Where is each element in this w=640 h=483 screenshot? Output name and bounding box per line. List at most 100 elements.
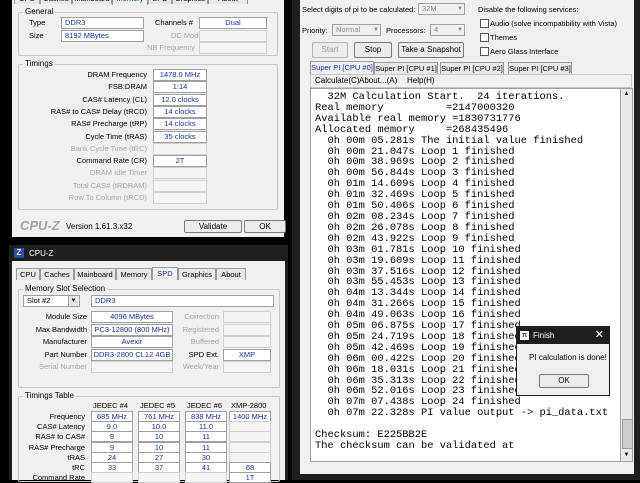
- dc-mode-label: DC Mode: [171, 31, 203, 40]
- cpuz-memory-window: CPUCachesMainboardMemorySPDGraphicsAbout…: [12, 0, 286, 237]
- superpi-menubar: Calculate(C) About...(A) Help(H): [310, 74, 632, 88]
- memory-slot-group: Memory Slot Selection Slot #2 ▼ DDR3 Mod…: [18, 284, 280, 388]
- timing-value: [153, 192, 207, 204]
- channels-value: Dual: [199, 17, 267, 29]
- processors-select-value: 4: [434, 25, 439, 34]
- output-scrollbar[interactable]: ▲ ▼: [620, 88, 633, 462]
- timings-row-label: tRAS: [67, 452, 85, 462]
- spd-right-value: XMP: [223, 348, 271, 361]
- timing-label: CAS# Latency (CL): [82, 94, 147, 104]
- close-icon[interactable]: ✕: [595, 328, 604, 341]
- cpuz-spd-window-frame: Z CPU-Z CPU Caches Mainboard Memory SPD Graph…: [9, 245, 288, 483]
- cpuz-brand: CPU-Z: [20, 218, 60, 233]
- tab-memory[interactable]: Memory: [112, 0, 148, 5]
- tab-memory[interactable]: Memory: [116, 268, 152, 280]
- chevron-down-icon: ▼: [457, 6, 463, 12]
- menu-about[interactable]: About...(A): [359, 76, 397, 85]
- digits-label: Select digits of pi to be calculated:: [302, 5, 416, 14]
- size-label: Size: [29, 31, 44, 40]
- timing-label: Cycle Time (tRAS): [85, 131, 147, 141]
- audio-checkbox-label: Audio (solve incompatibility with Vista): [490, 19, 617, 28]
- tab-caches[interactable]: Caches: [40, 0, 72, 4]
- finish-dialog-titlebar: π Finish ✕: [517, 327, 609, 344]
- timings-row-label: Command Rate: [32, 473, 85, 483]
- superpi-output: 32M Calculation Start. 24 iterations. Re…: [310, 88, 621, 462]
- timings-table-group: Timings Table JEDEC #4 JEDEC #5 JEDEC #6 XM…: [18, 391, 280, 483]
- priority-select[interactable]: Normal ▼: [332, 24, 381, 36]
- timings-header: JEDEC #5: [140, 401, 176, 410]
- validate-button[interactable]: Validate: [184, 220, 242, 233]
- aero-checkbox-label: Aero Glass Interface: [490, 47, 559, 56]
- output-text: 32M Calculation Start. 24 iterations. Re…: [315, 91, 609, 452]
- superpi-tab-cpu0[interactable]: Super PI [CPU #0]: [310, 61, 374, 74]
- spd-right-label: Buffered: [190, 337, 219, 346]
- superpi-tab-cpu2[interactable]: Super PI [CPU #2]: [440, 62, 504, 74]
- tab-cpu[interactable]: CPU: [14, 0, 40, 4]
- tab-spd[interactable]: SPD: [152, 267, 178, 280]
- dc-mode-value: [199, 30, 267, 42]
- aero-checkbox[interactable]: [480, 47, 489, 56]
- timing-label: Total CAS# (tRDRAM): [72, 180, 147, 190]
- audio-checkbox[interactable]: [480, 19, 489, 28]
- timings-row-label: tRC: [72, 463, 85, 472]
- timing-value: 14 clocks: [153, 105, 207, 118]
- cpuz-top-ok-button[interactable]: OK: [244, 220, 286, 233]
- slot-select[interactable]: Slot #2 ▼: [23, 295, 80, 307]
- finish-ok-button[interactable]: OK: [539, 374, 589, 388]
- menu-help[interactable]: Help(H): [407, 76, 435, 85]
- finish-dialog-title: Finish: [533, 331, 555, 340]
- processors-label: Processors:: [386, 26, 426, 35]
- disable-services-label: Disable the following services:: [478, 5, 579, 14]
- spd-value: [91, 361, 173, 373]
- timing-label: RAS# Precharge (tRP): [71, 119, 147, 129]
- processors-select[interactable]: 4 ▼: [430, 24, 465, 36]
- scroll-down-icon[interactable]: ▼: [621, 450, 632, 461]
- priority-label: Priority:: [302, 26, 328, 35]
- themes-checkbox[interactable]: [480, 33, 489, 42]
- tab-graphics[interactable]: Graphics: [178, 268, 216, 280]
- timings-cell: 1T: [229, 472, 271, 483]
- menu-calculate[interactable]: Calculate(C): [315, 76, 359, 85]
- timings-header: JEDEC #4: [93, 401, 129, 410]
- timing-value: 35 clocks: [153, 130, 207, 143]
- timings-row-label: Frequency: [49, 412, 85, 421]
- superpi-window: Select digits of pi to be calculated: 32…: [300, 0, 634, 474]
- timing-value: 1478.0 MHz: [153, 69, 207, 81]
- superpi-tab-cpu1[interactable]: Super PI [CPU #1]: [374, 62, 438, 74]
- finish-app-icon: π: [520, 331, 529, 340]
- tab-about[interactable]: About: [208, 0, 248, 4]
- tab-about[interactable]: About: [216, 268, 246, 280]
- tab-spd[interactable]: SPD: [148, 0, 172, 4]
- tab-mainboard[interactable]: Mainboard: [74, 268, 116, 280]
- snapshot-button[interactable]: Take a Snapshot: [398, 42, 464, 58]
- scroll-thumb[interactable]: [622, 419, 633, 449]
- timings-group-title: Timings: [23, 59, 55, 68]
- start-button[interactable]: Start: [312, 42, 348, 58]
- tab-mainboard[interactable]: Mainboard: [72, 0, 112, 4]
- nb-frequency-value: [199, 42, 267, 54]
- spd-right-value: [223, 336, 271, 348]
- finish-message: PI calculation is done!: [529, 353, 607, 362]
- cpuz-version: Version 1.61.3.x32: [66, 222, 133, 231]
- channels-label: Channels #: [155, 18, 193, 27]
- timing-value: 12.0 clocks: [153, 93, 207, 106]
- spd-right-value: [223, 361, 271, 373]
- finish-dialog: π Finish ✕ PI calculation is done! OK: [516, 326, 610, 396]
- timing-value: 14 clocks: [153, 118, 207, 131]
- spd-label: Part Number: [44, 349, 87, 359]
- timings-row-label: RAS# to CAS#: [35, 432, 85, 442]
- digits-select[interactable]: 32M ▼: [418, 3, 465, 15]
- superpi-tab-cpu3[interactable]: Super PI [CPU #3]: [508, 62, 572, 74]
- tab-caches[interactable]: Caches: [40, 268, 74, 280]
- tab-graphics[interactable]: Graphics: [172, 0, 208, 4]
- timing-value: 2T: [153, 155, 207, 168]
- stop-button[interactable]: Stop: [354, 42, 392, 58]
- slot-select-value: Slot #2: [27, 296, 51, 305]
- priority-select-value: Normal: [336, 25, 361, 34]
- cpuz-spd-window: CPU Caches Mainboard Memory SPD Graphics About…: [12, 261, 285, 483]
- tab-cpu[interactable]: CPU: [16, 268, 40, 280]
- spd-value: DDR3-2800 CL12 4GB: [91, 348, 173, 361]
- memory-slot-group-title: Memory Slot Selection: [23, 284, 108, 293]
- scroll-up-icon[interactable]: ▲: [621, 89, 632, 100]
- timings-cell: [91, 472, 133, 483]
